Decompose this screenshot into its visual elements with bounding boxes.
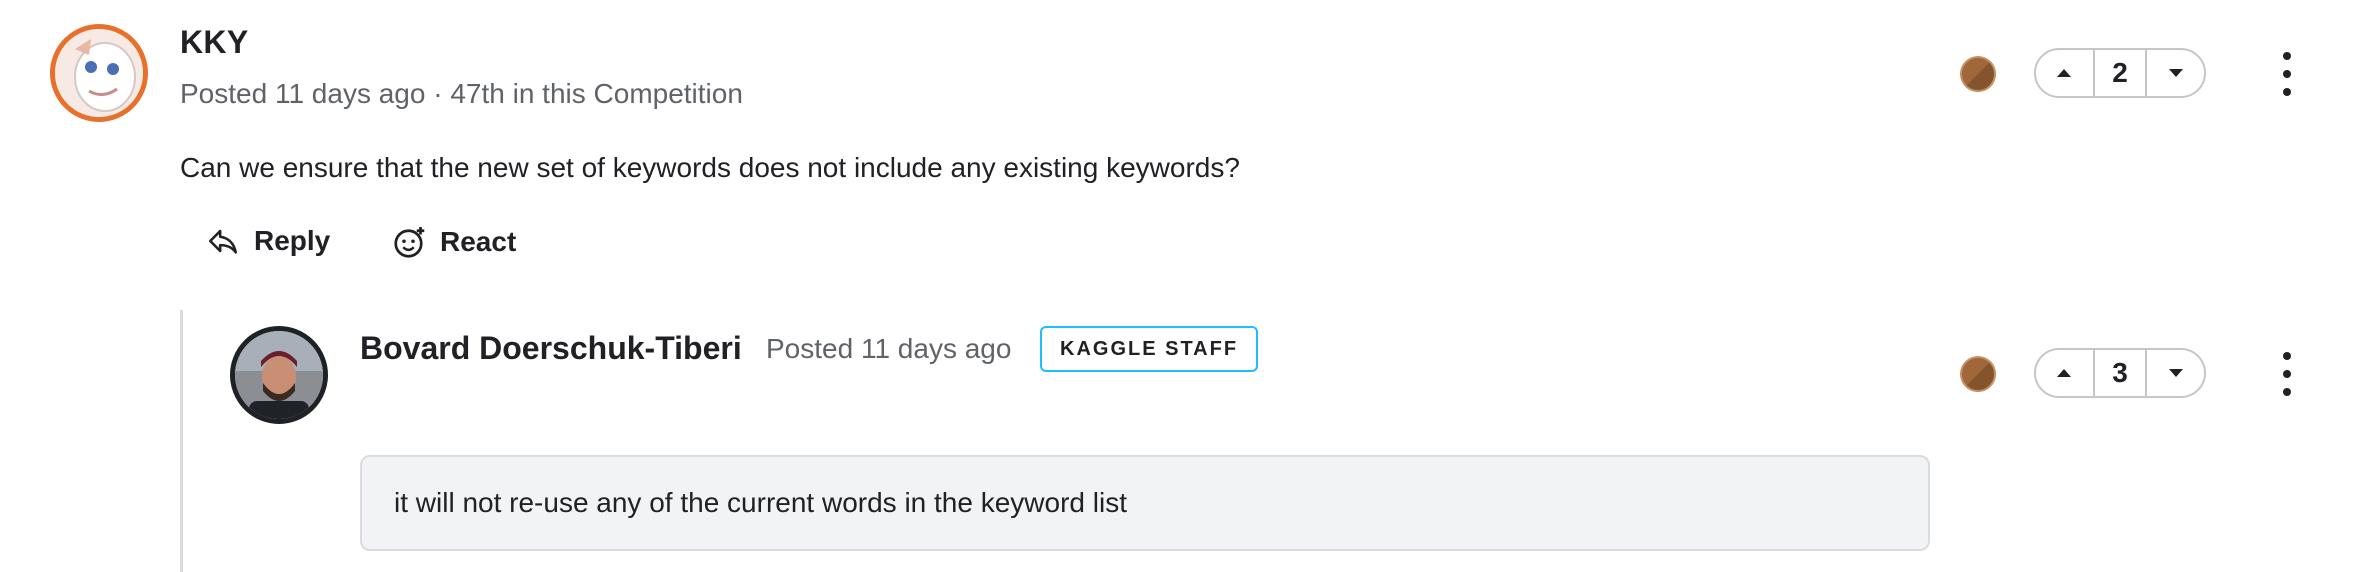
comment-meta: Posted 11 days ago · 47th in this Compet…: [180, 78, 743, 109]
thread-line: [180, 310, 183, 572]
more-options-button[interactable]: [2272, 52, 2302, 96]
reply-button[interactable]: Reply: [206, 224, 330, 258]
more-vert-icon: [2283, 352, 2291, 360]
more-options-button[interactable]: [2272, 352, 2302, 396]
comment-body: Can we ensure that the new set of keywor…: [180, 152, 1240, 183]
bronze-medal-icon: [1960, 56, 1996, 92]
comment-vote-control: 2: [2034, 48, 2206, 98]
avatar-kky[interactable]: [50, 24, 148, 122]
reply-label: Reply: [254, 225, 331, 256]
downvote-button[interactable]: [2147, 350, 2204, 396]
comment-username[interactable]: KKY: [180, 24, 248, 61]
bronze-medal-icon: [1960, 356, 1996, 392]
vote-count: 2: [2092, 50, 2148, 96]
react-label: React: [440, 226, 517, 257]
staff-badge: KAGGLE STAFF: [1040, 326, 1259, 372]
reply-meta: Posted 11 days ago: [766, 333, 1012, 364]
upvote-button[interactable]: [2036, 350, 2093, 396]
upvote-button[interactable]: [2036, 50, 2093, 96]
avatar-image: [55, 29, 143, 117]
react-button[interactable]: React: [392, 224, 516, 260]
add-reaction-icon: [394, 227, 425, 258]
avatar-bovard[interactable]: [230, 326, 328, 424]
avatar-image: [235, 331, 323, 419]
reply-username[interactable]: Bovard Doerschuk-Tiberi: [360, 330, 742, 367]
reply-arrow-icon: [208, 229, 238, 254]
more-vert-icon: [2283, 52, 2291, 60]
caret-up-icon: [2057, 369, 2072, 377]
vote-count: 3: [2092, 350, 2148, 396]
reply-body: it will not re-use any of the current wo…: [360, 455, 1930, 551]
reply-vote-control: 3: [2034, 348, 2206, 398]
caret-down-icon: [2168, 369, 2183, 377]
caret-down-icon: [2168, 69, 2183, 77]
downvote-button[interactable]: [2147, 50, 2204, 96]
caret-up-icon: [2057, 69, 2072, 77]
